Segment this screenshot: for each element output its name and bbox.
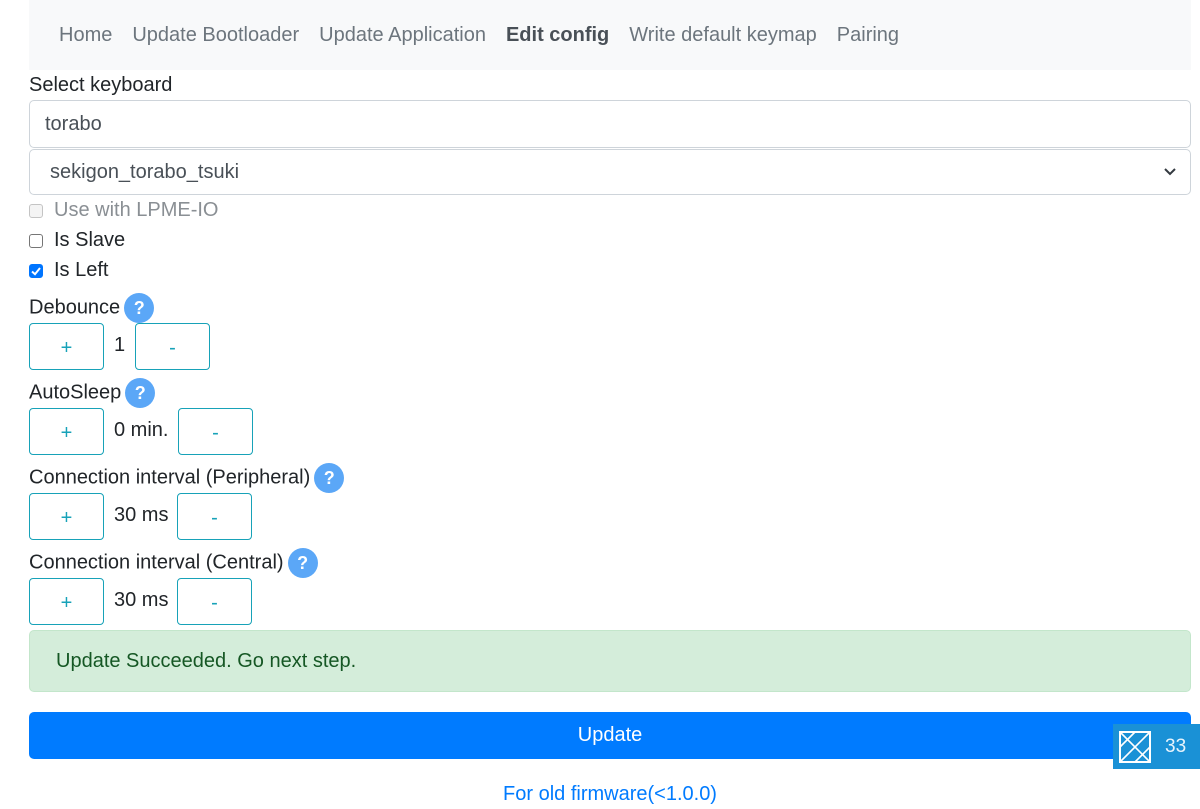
autosleep-help-icon[interactable]: ? <box>125 378 156 408</box>
lpme-checkbox <box>29 203 43 218</box>
floating-widget[interactable]: 33 <box>1113 724 1200 769</box>
central-label: Connection interval (Central) <box>29 551 284 574</box>
autosleep-row-label: AutoSleep? <box>29 378 156 408</box>
update-button[interactable]: Update <box>29 712 1191 759</box>
central-help-icon[interactable]: ? <box>287 548 318 578</box>
peripheral-value: 30 ms <box>114 504 169 526</box>
top-nav: Home Update Bootloader Update Applicatio… <box>29 0 1191 70</box>
debounce-minus-button[interactable]: - <box>135 323 210 370</box>
lpme-label: Use with LPME-IO <box>54 199 219 221</box>
autosleep-plus-button[interactable]: + <box>29 408 104 455</box>
checkmark-icon <box>31 266 41 276</box>
is-slave-checkbox[interactable] <box>29 233 43 248</box>
widget-count: 33 <box>1165 735 1187 757</box>
lpme-option: Use with LPME-IO <box>29 199 218 222</box>
is-left-option: Is Left <box>29 259 108 282</box>
nav-write-default-keymap[interactable]: Write default keymap <box>619 0 827 70</box>
peripheral-label: Connection interval (Peripheral) <box>29 466 311 489</box>
is-left-label: Is Left <box>54 259 109 281</box>
central-plus-button[interactable]: + <box>29 578 104 625</box>
autosleep-minus-button[interactable]: - <box>178 408 253 455</box>
nav-update-application[interactable]: Update Application <box>309 0 496 70</box>
peripheral-plus-button[interactable]: + <box>29 493 104 540</box>
old-firmware-link[interactable]: For old firmware(<1.0.0) <box>0 783 1200 806</box>
nav-home[interactable]: Home <box>49 0 122 70</box>
keyboard-select[interactable]: sekigon_torabo_tsuki <box>29 149 1191 195</box>
widget-logo-icon <box>1119 730 1151 763</box>
debounce-row-label: Debounce? <box>29 293 155 323</box>
debounce-plus-button[interactable]: + <box>29 323 104 370</box>
debounce-value: 1 <box>114 334 126 356</box>
peripheral-minus-button[interactable]: - <box>177 493 252 540</box>
config-page: Home Update Bootloader Update Applicatio… <box>0 0 1200 809</box>
central-minus-button[interactable]: - <box>177 578 252 625</box>
autosleep-label: AutoSleep <box>29 381 122 404</box>
autosleep-value: 0 min. <box>114 419 169 441</box>
peripheral-help-icon[interactable]: ? <box>314 463 345 493</box>
central-row-label: Connection interval (Central)? <box>29 548 318 578</box>
debounce-help-icon[interactable]: ? <box>124 293 155 323</box>
keyboard-search-input[interactable] <box>29 100 1191 148</box>
is-slave-label: Is Slave <box>54 229 126 251</box>
nav-update-bootloader[interactable]: Update Bootloader <box>122 0 309 70</box>
is-left-checkbox[interactable] <box>29 263 43 278</box>
chevron-down-icon <box>1164 168 1176 176</box>
nav-pairing[interactable]: Pairing <box>827 0 909 70</box>
keyboard-select-value: sekigon_torabo_tsuki <box>50 160 240 183</box>
debounce-label: Debounce <box>29 296 121 319</box>
is-slave-option: Is Slave <box>29 229 125 252</box>
select-keyboard-label: Select keyboard <box>29 74 173 96</box>
success-alert-text: Update Succeeded. Go next step. <box>56 649 357 672</box>
peripheral-row-label: Connection interval (Peripheral)? <box>29 463 345 493</box>
success-alert: Update Succeeded. Go next step. <box>29 630 1191 692</box>
nav-edit-config[interactable]: Edit config <box>496 0 619 70</box>
central-value: 30 ms <box>114 589 169 611</box>
